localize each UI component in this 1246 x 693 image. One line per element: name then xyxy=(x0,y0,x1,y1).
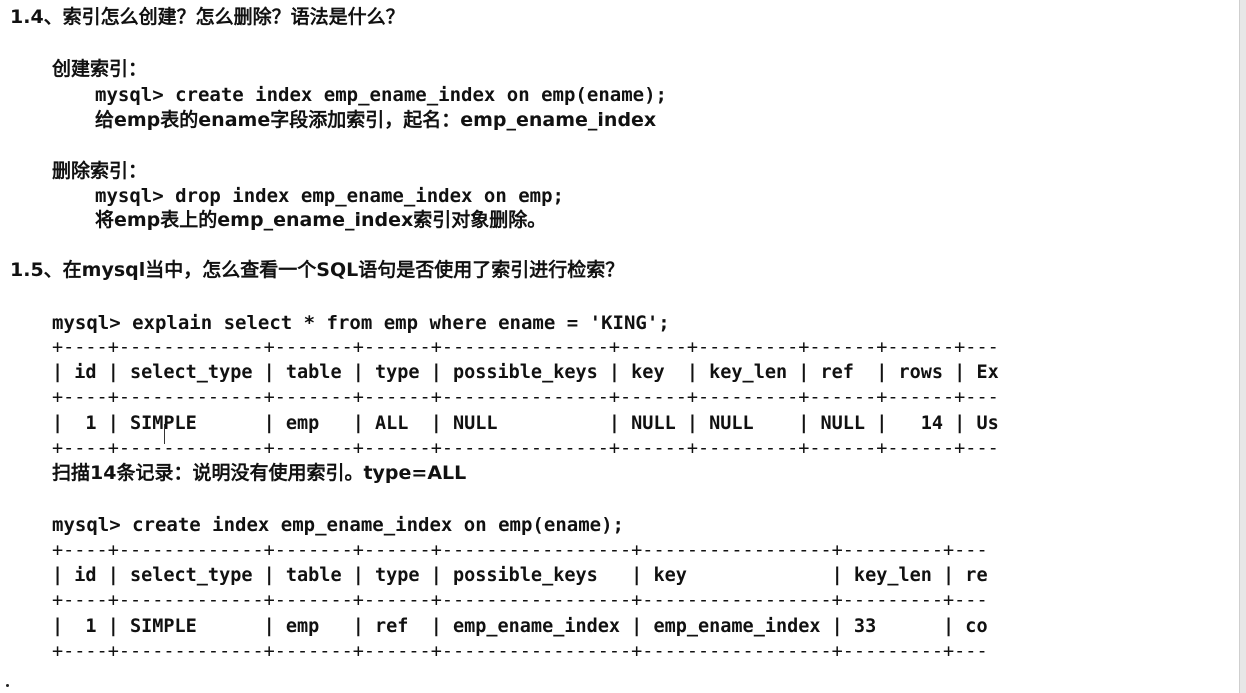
window-edge-scrollbar[interactable] xyxy=(1239,0,1246,693)
drop-index-description: 将emp表上的emp_ename_index索引对象删除。 xyxy=(95,209,547,231)
table-border: +----+-------------+-------+------+-----… xyxy=(52,641,988,662)
table-row: | 1 | SIMPLE | emp | ref | emp_ename_ind… xyxy=(52,616,988,637)
text-cursor-icon xyxy=(164,424,172,444)
no-index-note: 扫描14条记录：说明没有使用索引。type=ALL xyxy=(52,462,467,484)
create-index-description: 给emp表的ename字段添加索引，起名：emp_ename_index xyxy=(95,109,657,131)
table-header-row: | id | select_type | table | type | poss… xyxy=(52,362,999,383)
section-1-4-heading: 1.4、索引怎么创建？怎么删除？语法是什么？ xyxy=(10,6,405,28)
table-border: +----+-------------+-------+------+-----… xyxy=(52,387,999,408)
drop-index-title: 删除索引： xyxy=(52,160,148,182)
stray-dot xyxy=(6,684,9,687)
section-1-5-heading: 1.5、在mysql当中，怎么查看一个SQL语句是否使用了索引进行检索？ xyxy=(10,259,625,281)
drop-index-sql: mysql> drop index emp_ename_index on emp… xyxy=(95,185,564,207)
create-index-sql: mysql> create index emp_ename_index on e… xyxy=(95,84,667,106)
create-index-title: 创建索引： xyxy=(52,58,148,80)
table-row: | 1 | SIMPLE | emp | ALL | NULL | NULL |… xyxy=(52,413,999,434)
create-index-sql-2: mysql> create index emp_ename_index on e… xyxy=(52,514,624,536)
table-border: +----+-------------+-------+------+-----… xyxy=(52,337,999,358)
explain-sql: mysql> explain select * from emp where e… xyxy=(52,312,670,334)
table-border: +----+-------------+-------+------+-----… xyxy=(52,590,988,611)
table-border: +----+-------------+-------+------+-----… xyxy=(52,438,999,459)
table-border: +----+-------------+-------+------+-----… xyxy=(52,540,988,561)
table-header-row: | id | select_type | table | type | poss… xyxy=(52,565,988,586)
